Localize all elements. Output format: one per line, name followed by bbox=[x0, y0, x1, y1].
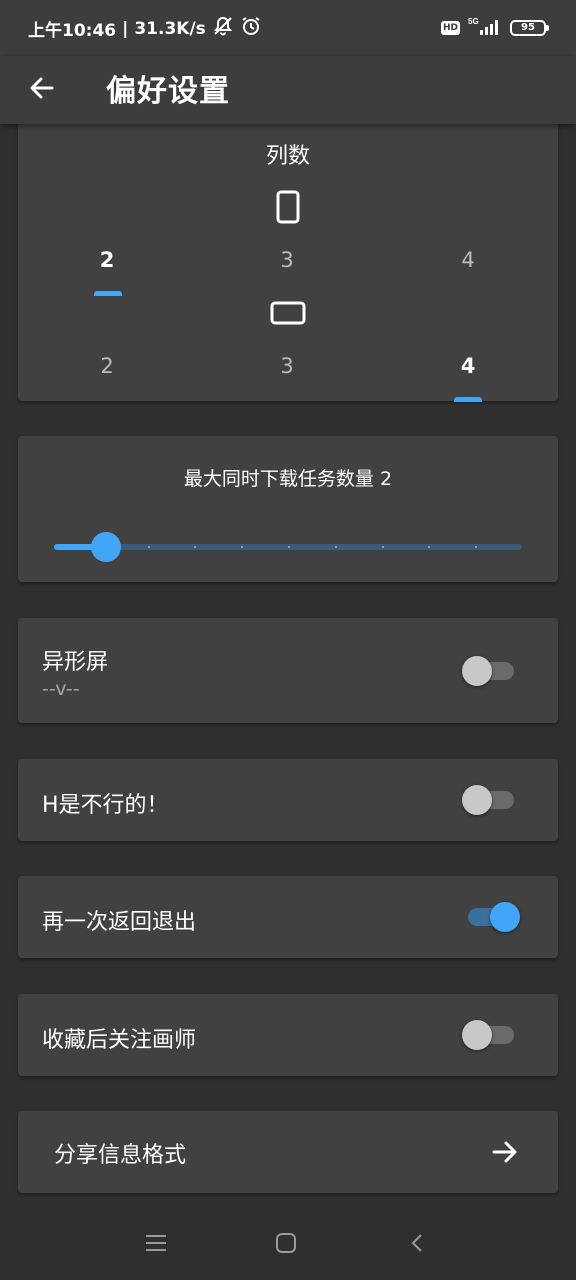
alarm-icon bbox=[240, 15, 262, 42]
status-bar: 上午10:46 | 31.3K/s HD 5G 95 bbox=[0, 0, 576, 56]
switch-thumb bbox=[490, 902, 520, 932]
switch-thumb bbox=[462, 1020, 492, 1050]
slider-tick bbox=[475, 546, 478, 548]
landscape-option-3[interactable]: 3 bbox=[257, 354, 317, 378]
hd-badge: HD bbox=[440, 21, 460, 35]
back-icon[interactable] bbox=[403, 1228, 433, 1258]
status-left: 上午10:46 | 31.3K/s bbox=[28, 15, 262, 42]
columns-title: 列数 bbox=[265, 144, 310, 169]
home-icon[interactable] bbox=[271, 1228, 301, 1258]
portrait-option-2[interactable]: 2 bbox=[77, 248, 137, 272]
toggle-card-h[interactable]: H是不行的！ bbox=[18, 759, 558, 841]
slider-tick bbox=[288, 546, 290, 548]
notch-sublabel: --v-- bbox=[42, 678, 80, 700]
arrow-right-icon bbox=[490, 1137, 520, 1167]
landscape-option-4[interactable]: 4 bbox=[438, 354, 498, 378]
toggle-card-notch[interactable]: 异形屏 --v-- bbox=[18, 618, 558, 723]
h-switch[interactable] bbox=[462, 783, 520, 817]
status-right: HD 5G 95 bbox=[440, 16, 549, 40]
slider-tick bbox=[194, 546, 197, 548]
landscape-selected-indicator bbox=[454, 397, 482, 402]
slider-tick bbox=[241, 546, 244, 548]
switch-thumb bbox=[462, 656, 492, 686]
status-separator: | bbox=[122, 18, 129, 39]
slider-tick bbox=[147, 546, 150, 548]
status-time: 上午10:46 bbox=[28, 21, 117, 41]
toggle-card-follow-artist[interactable]: 收藏后关注画师 bbox=[18, 994, 558, 1076]
slider-thumb[interactable] bbox=[91, 532, 121, 562]
page-title: 偏好设置 bbox=[106, 74, 230, 109]
notch-label: 异形屏 bbox=[42, 650, 109, 675]
share-format-card[interactable]: 分享信息格式 bbox=[18, 1111, 558, 1193]
network-type: 5G bbox=[468, 17, 479, 26]
portrait-option-3[interactable]: 3 bbox=[257, 248, 317, 272]
portrait-selected-indicator bbox=[94, 291, 122, 296]
app-bar: 偏好设置 bbox=[0, 56, 576, 124]
arrow-left-icon bbox=[30, 77, 54, 99]
battery-icon: 95 bbox=[510, 20, 549, 36]
portrait-option-4[interactable]: 4 bbox=[438, 248, 498, 272]
back-button[interactable] bbox=[24, 70, 60, 106]
system-nav-bar bbox=[0, 1208, 576, 1280]
status-net-speed: 31.3K/s bbox=[134, 18, 206, 39]
notch-switch[interactable] bbox=[462, 654, 520, 688]
download-slider[interactable] bbox=[54, 532, 522, 562]
slider-tick bbox=[381, 546, 384, 548]
slider-tick bbox=[428, 546, 431, 548]
phone-landscape-icon bbox=[270, 300, 306, 330]
download-slider-title: 最大同时下载任务数量 2 bbox=[183, 468, 393, 490]
share-format-label: 分享信息格式 bbox=[54, 1143, 187, 1168]
toggle-card-double-back[interactable]: 再一次返回退出 bbox=[18, 876, 558, 958]
columns-card: 列数 2 3 4 2 3 4 bbox=[18, 110, 558, 402]
muted-bell-icon bbox=[212, 15, 234, 42]
download-slider-card: 最大同时下载任务数量 2 bbox=[18, 436, 558, 582]
h-label: H是不行的！ bbox=[42, 793, 169, 818]
switch-thumb bbox=[462, 785, 492, 815]
signal-icon: 5G bbox=[468, 16, 502, 40]
double-back-label: 再一次返回退出 bbox=[42, 910, 197, 935]
phone-portrait-icon bbox=[276, 190, 300, 228]
double-back-switch[interactable] bbox=[462, 900, 520, 934]
menu-icon[interactable] bbox=[141, 1228, 171, 1258]
follow-artist-label: 收藏后关注画师 bbox=[42, 1028, 197, 1053]
landscape-option-2[interactable]: 2 bbox=[77, 354, 137, 378]
slider-tick bbox=[334, 546, 337, 548]
follow-artist-switch[interactable] bbox=[462, 1018, 520, 1052]
